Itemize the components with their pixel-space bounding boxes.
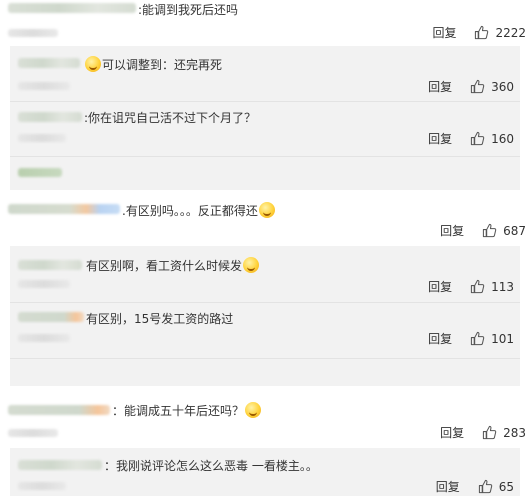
timestamp-redacted [18, 82, 70, 90]
like-button[interactable]: 160 [470, 131, 514, 146]
like-count: 160 [491, 131, 514, 146]
emoji-face-icon [258, 202, 275, 218]
like-button[interactable]: 2222 [474, 25, 526, 40]
thumbs-up-icon [482, 425, 497, 440]
comment-text: :能调到我死后还吗 [138, 3, 239, 17]
emoji-face-icon [245, 402, 262, 418]
comment-1: :能调到我死后还吗 回复 2222 [0, 0, 530, 46]
thumbs-up-icon [482, 223, 497, 238]
comment-text: .有区别吗。。。反正都得还 [122, 202, 276, 219]
comment-text: :你在诅咒自己活不过下个月了？ [84, 111, 257, 125]
sub-reply-5: ：我刚说评论怎么这么恶毒 一看楼主。。 回复 65 [0, 452, 530, 496]
comment-actions: 回复 65 [436, 478, 514, 495]
comment-actions: 回复 160 [428, 130, 514, 147]
like-count: 65 [498, 479, 514, 494]
thumbs-up-icon [470, 331, 485, 346]
username-redacted [18, 460, 102, 470]
like-count: 113 [491, 279, 514, 294]
like-button[interactable]: 65 [478, 479, 514, 494]
like-count: 283 [503, 425, 526, 440]
like-button[interactable]: 687 [482, 223, 526, 238]
like-count: 2222 [495, 25, 526, 40]
timestamp-redacted [18, 280, 70, 288]
like-button[interactable]: 283 [482, 425, 526, 440]
thumbs-up-icon [470, 79, 485, 94]
divider [10, 101, 520, 102]
comment-text: ：我刚说评论怎么这么恶毒 一看楼主。。 [104, 459, 318, 473]
more-replies-link-redacted[interactable] [18, 168, 62, 177]
comment-text: 有区别啊，看工资什么时候发 [86, 257, 260, 274]
username-redacted [8, 3, 136, 13]
timestamp-redacted [18, 134, 66, 142]
like-button[interactable]: 113 [470, 279, 514, 294]
like-count: 101 [491, 331, 514, 346]
sub-reply-2: :你在诅咒自己活不过下个月了？ 回复 160 [0, 104, 530, 152]
emoji-face-icon [243, 257, 260, 273]
comment-actions: 回复 687 [440, 222, 526, 239]
comment-actions: 回复 360 [428, 78, 514, 95]
comment-actions: 回复 101 [428, 330, 514, 347]
thumbs-up-icon [478, 479, 492, 494]
reply-button[interactable]: 回复 [432, 24, 456, 41]
timestamp-redacted [18, 482, 66, 490]
reply-button[interactable]: 回复 [436, 478, 460, 495]
reply-button[interactable]: 回复 [440, 424, 464, 441]
username-redacted [8, 405, 110, 415]
comment-actions: 回复 113 [428, 278, 514, 295]
reply-button[interactable]: 回复 [440, 222, 464, 239]
emoji-face-icon [85, 56, 101, 72]
thumbs-up-icon [475, 25, 489, 40]
thumbs-up-icon [470, 131, 485, 146]
comment-text: ：能调成五十年后还吗？ [112, 402, 262, 419]
username-redacted [18, 112, 82, 122]
reply-button[interactable]: 回复 [428, 278, 452, 295]
comment-text: 可以调整到：还完再死 [84, 56, 222, 73]
comment-actions: 回复 283 [440, 424, 526, 441]
divider [10, 302, 520, 303]
comment-actions: 回复 2222 [432, 24, 526, 41]
comment-text: 有区别，15号发工资的路过 [86, 312, 234, 326]
thumbs-up-icon [470, 279, 485, 294]
like-count: 687 [503, 223, 526, 238]
sub-reply-1: 可以调整到：还完再死 回复 360 [0, 52, 530, 100]
username-redacted [18, 58, 80, 68]
like-button[interactable]: 101 [470, 331, 514, 346]
comment-2: .有区别吗。。。反正都得还 回复 687 [0, 198, 530, 246]
reply-button[interactable]: 回复 [428, 130, 452, 147]
username-redacted [18, 312, 84, 322]
timestamp-redacted [8, 29, 58, 37]
reply-button[interactable]: 回复 [428, 78, 452, 95]
divider [10, 156, 520, 157]
reply-button[interactable]: 回复 [428, 330, 452, 347]
username-redacted [18, 260, 82, 270]
username-redacted [8, 204, 120, 214]
timestamp-redacted [18, 334, 70, 342]
divider [10, 358, 520, 359]
sub-reply-3: 有区别啊，看工资什么时候发 回复 113 [0, 252, 530, 300]
like-count: 360 [491, 79, 514, 94]
sub-reply-4: 有区别，15号发工资的路过 回复 101 [0, 306, 530, 354]
timestamp-redacted [8, 429, 58, 437]
comment-3: ：能调成五十年后还吗？ 回复 283 [0, 396, 530, 446]
like-button[interactable]: 360 [470, 79, 514, 94]
